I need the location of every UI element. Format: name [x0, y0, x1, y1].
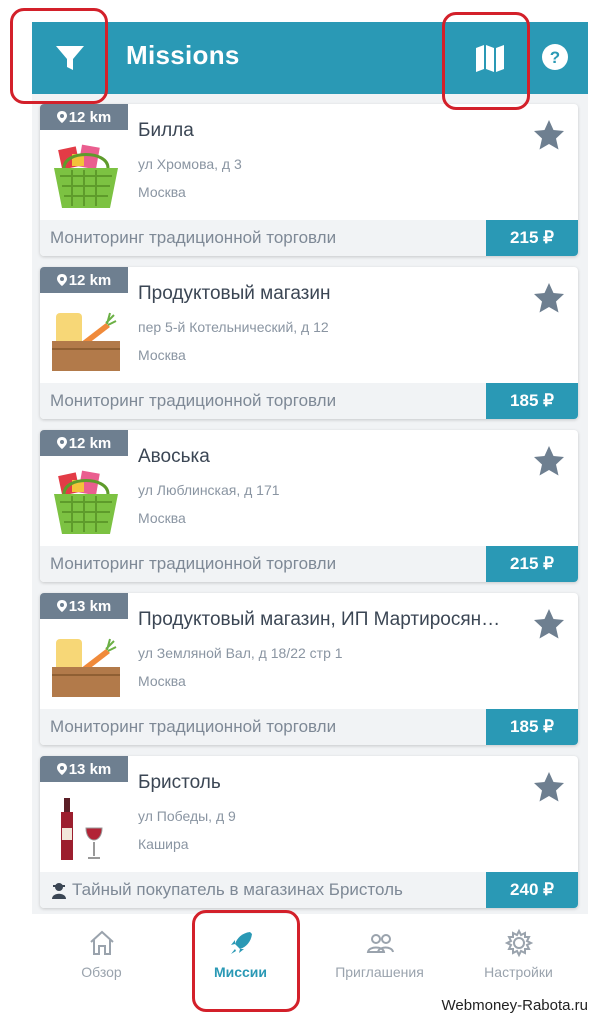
price-badge: 215 ₽: [486, 220, 578, 256]
location-pin-icon: [56, 274, 67, 286]
location-pin-icon: [56, 600, 67, 612]
store-address: ул Хромова, д 3: [138, 156, 242, 172]
store-address: ул Победы, д 9: [138, 808, 236, 824]
distance-badge: 12 km: [40, 430, 128, 456]
price-badge: 185 ₽: [486, 709, 578, 745]
mission-category: Мониторинг традиционной торговли: [40, 554, 336, 574]
category-text: Мониторинг традиционной торговли: [50, 717, 337, 736]
card-footer: Мониторинг традиционной торговли 185 ₽: [40, 709, 578, 745]
card-footer: Тайный покупатель в магазинах Бристоль 2…: [40, 872, 578, 908]
app-bar: Missions ?: [32, 22, 588, 94]
store-name: Бристоль: [138, 772, 221, 793]
gear-icon: [504, 928, 533, 958]
store-name: Билла: [138, 120, 194, 141]
store-address: пер 5-й Котельнический, д 12: [138, 319, 329, 335]
store-city: Москва: [138, 347, 186, 363]
help-icon: ?: [542, 44, 568, 70]
store-city: Кашира: [138, 836, 189, 852]
grocery-basket-image: [54, 470, 118, 534]
mission-card[interactable]: 13 km Продуктовый магазин, ИП Мартиросян…: [40, 593, 578, 745]
mission-card[interactable]: 12 km Билла ул Хромова, д 3 Москва Монит…: [40, 104, 578, 256]
grocery-box-image: [52, 638, 120, 697]
card-footer: Мониторинг традиционной торговли 185 ₽: [40, 383, 578, 419]
store-city: Москва: [138, 510, 186, 526]
store-city: Москва: [138, 673, 186, 689]
location-pin-icon: [56, 763, 67, 775]
category-text: Мониторинг традиционной торговли: [50, 554, 337, 573]
mission-card[interactable]: 12 km Продуктовый магазин пер 5-й Котель…: [40, 267, 578, 419]
mission-card[interactable]: 12 km Авоська ул Люблинская, д 171 Москв…: [40, 430, 578, 582]
store-address: ул Земляной Вал, д 18/22 стр 1: [138, 645, 343, 661]
map-icon: [476, 45, 504, 72]
card-footer: Мониторинг традиционной торговли 215 ₽: [40, 220, 578, 256]
category-text: Тайный покупатель в магазинах Бристоль: [72, 880, 403, 899]
price-badge: 240 ₽: [486, 872, 578, 908]
distance-text: 12 km: [68, 271, 112, 289]
filter-icon: [56, 46, 84, 70]
mission-card[interactable]: 13 km Бристоль ул Победы, д 9 Кашира Тай…: [40, 756, 578, 908]
agent-icon: [52, 883, 66, 899]
store-name: Продуктовый магазин, ИП Мартиросян…: [138, 609, 501, 630]
home-icon: [89, 930, 114, 955]
price-badge: 185 ₽: [486, 383, 578, 419]
card-footer: Мониторинг традиционной торговли 215 ₽: [40, 546, 578, 582]
nav-item-invitations[interactable]: Приглашения: [310, 914, 449, 994]
mission-list[interactable]: 12 km Билла ул Хромова, д 3 Москва Монит…: [32, 94, 588, 914]
nav-label: Приглашения: [335, 964, 424, 980]
help-button[interactable]: ?: [540, 42, 570, 72]
mission-category: Мониторинг традиционной торговли: [40, 717, 336, 737]
category-text: Мониторинг традиционной торговли: [50, 391, 337, 410]
star-icon[interactable]: [532, 281, 566, 315]
category-text: Мониторинг традиционной торговли: [50, 228, 337, 247]
nav-label: Обзор: [81, 964, 122, 980]
distance-text: 13 km: [68, 760, 112, 778]
star-icon[interactable]: [532, 118, 566, 152]
svg-text:?: ?: [550, 48, 560, 67]
mission-category: Тайный покупатель в магазинах Бристоль: [40, 880, 403, 900]
distance-badge: 13 km: [40, 756, 128, 782]
price-badge: 215 ₽: [486, 546, 578, 582]
star-icon[interactable]: [532, 770, 566, 804]
nav-item-overview[interactable]: Обзор: [32, 914, 171, 994]
location-pin-icon: [56, 111, 67, 123]
map-button[interactable]: [472, 40, 508, 76]
people-icon: [366, 934, 394, 953]
store-name: Авоська: [138, 446, 210, 467]
nav-label: Миссии: [213, 964, 268, 980]
star-icon[interactable]: [532, 607, 566, 641]
watermark: Webmoney-Rabota.ru: [441, 997, 588, 1014]
store-address: ул Люблинская, д 171: [138, 482, 280, 498]
grocery-box-image: [52, 312, 120, 371]
distance-badge: 12 km: [40, 267, 128, 293]
star-icon[interactable]: [532, 444, 566, 478]
distance-text: 12 km: [68, 434, 112, 452]
mission-category: Мониторинг традиционной торговли: [40, 391, 336, 411]
store-name: Продуктовый магазин: [138, 283, 331, 304]
filter-button[interactable]: [50, 38, 90, 78]
distance-badge: 13 km: [40, 593, 128, 619]
nav-item-settings[interactable]: Настройки: [449, 914, 588, 994]
nav-label: Настройки: [484, 964, 553, 980]
distance-text: 13 km: [68, 597, 112, 615]
bottom-navigation: Обзор Миссии Приглашения Настройки: [32, 914, 588, 994]
grocery-basket-image: [54, 144, 118, 208]
rocket-icon: [230, 932, 252, 954]
location-pin-icon: [56, 437, 67, 449]
store-city: Москва: [138, 184, 186, 200]
distance-badge: 12 km: [40, 104, 128, 130]
wine-image: [61, 798, 103, 860]
distance-text: 12 km: [68, 108, 112, 126]
nav-item-missions[interactable]: Миссии: [171, 914, 310, 994]
mission-category: Мониторинг традиционной торговли: [40, 228, 336, 248]
page-title: Missions: [126, 40, 240, 70]
